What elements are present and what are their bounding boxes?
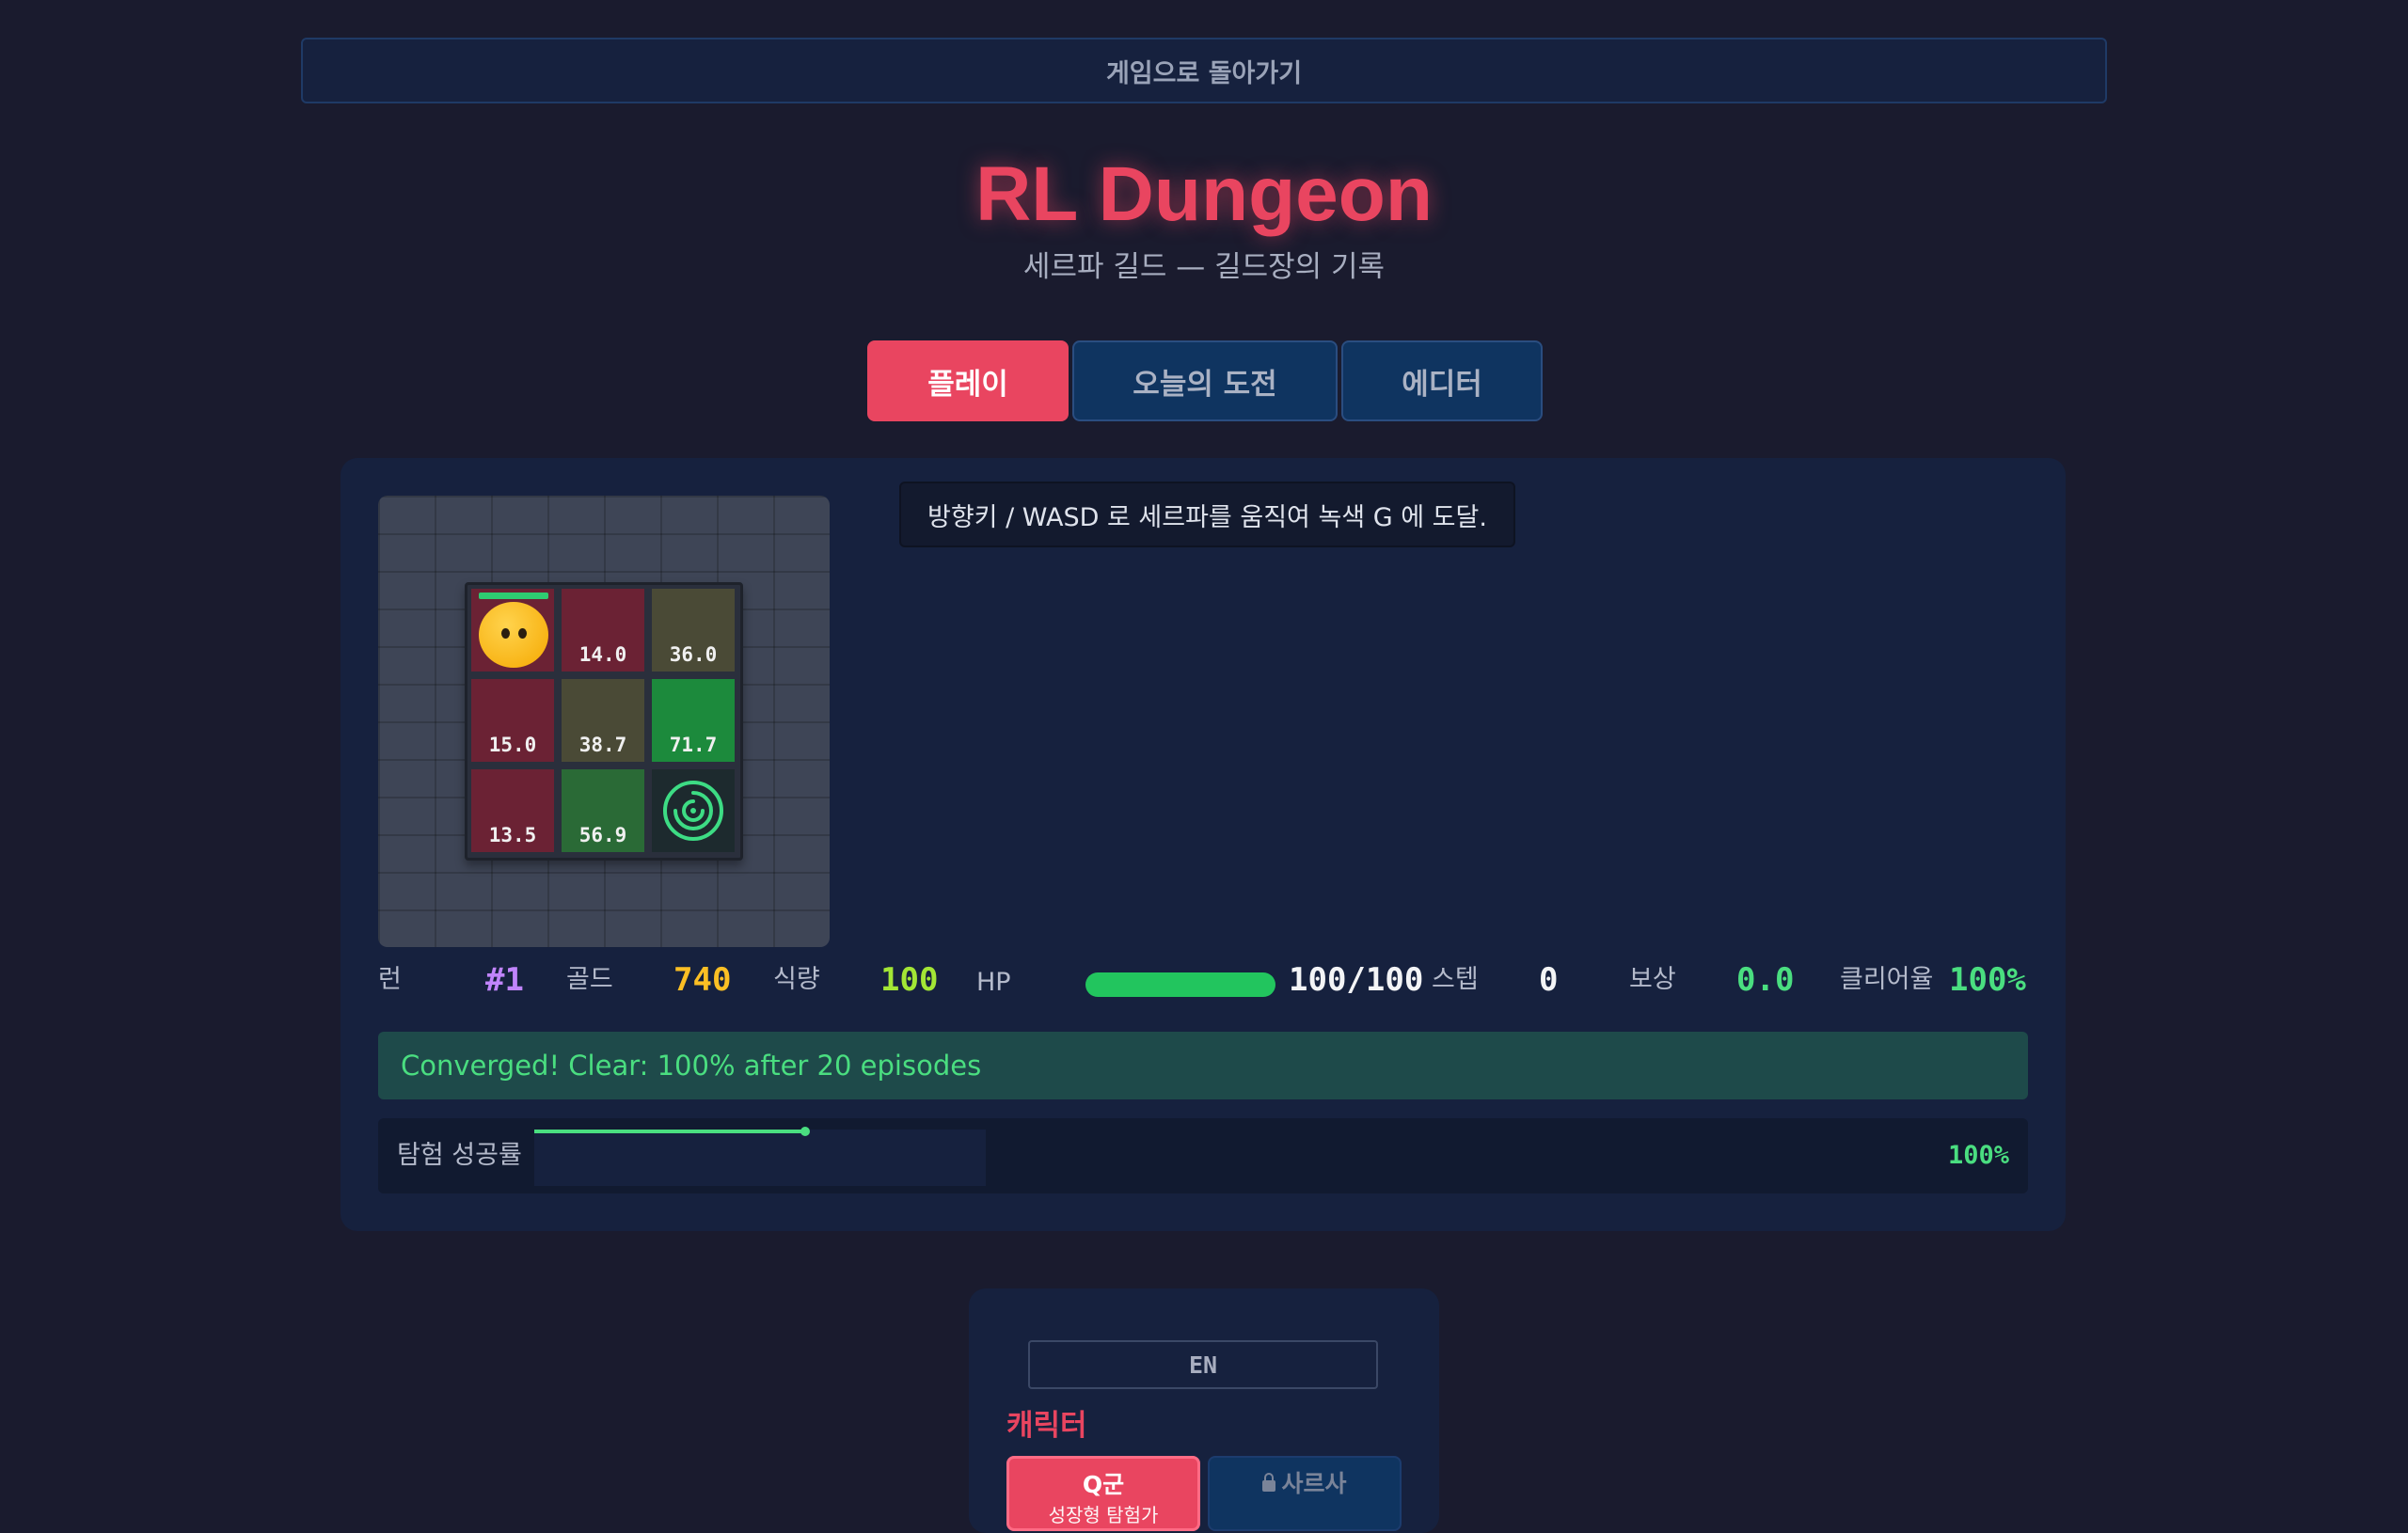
mode-tabs: 플레이 오늘의 도전 에디터 [867,340,1543,421]
stats-bar: 런 #1 골드 740 식량 100 HP 100/100 스텝 0 보상 0.… [378,956,2066,1004]
clear-rate-label: 클리어율 [1840,965,1934,994]
player-hp-bar [479,593,548,599]
controls-hint: 방향키 / WASD 로 세르파를 움직여 녹색 G 에 도달. [899,482,1515,547]
clear-rate-value: 100% [1949,961,2026,999]
character-section-title: 캐릭터 [1006,1409,1087,1443]
success-rate-sparkline [534,1127,986,1186]
run-label: 런 [378,965,402,994]
dungeon-grid: 14.0 36.0 15.0 38.7 71.7 13.5 56.9 [465,582,743,861]
back-to-game-button[interactable]: 게임으로 돌아가기 [301,38,2107,103]
convergence-banner: Converged! Clear: 100% after 20 episodes [378,1032,2028,1099]
reward-value: 0.0 [1736,961,1795,999]
grid-cell: 14.0 [562,589,644,672]
grid-cell: 13.5 [471,769,554,852]
game-panel: 14.0 36.0 15.0 38.7 71.7 13.5 56.9 방향키 /… [341,458,2066,1231]
language-toggle-button[interactable]: EN [1028,1340,1378,1389]
tab-play[interactable]: 플레이 [867,340,1069,421]
character-name: Q군 [1082,1471,1125,1498]
step-label: 스텝 [1432,965,1479,994]
food-label: 식량 [773,965,820,994]
tab-daily-challenge[interactable]: 오늘의 도전 [1072,340,1338,421]
success-rate-point [800,1127,810,1136]
page-subtitle: 세르파 길드 — 길드장의 기록 [1022,250,1386,284]
character-name: 사르사 [1281,1470,1347,1497]
success-rate-label: 탐험 성공률 [397,1141,522,1170]
dungeon-board[interactable]: 14.0 36.0 15.0 38.7 71.7 13.5 56.9 [378,496,830,947]
character-subtitle: 성장형 탐험가 [1048,1504,1159,1526]
gold-label: 골드 [566,965,613,994]
tab-editor[interactable]: 에디터 [1341,340,1543,421]
lock-icon [1262,1473,1276,1492]
grid-cell: 36.0 [652,589,735,672]
goal-portal-icon [663,781,723,841]
gold-value: 740 [673,961,732,999]
page-title: RL Dungeon [975,151,1433,237]
player-character-icon [479,602,548,668]
grid-cell: 56.9 [562,769,644,852]
run-value: #1 [485,961,524,999]
character-button-q[interactable]: Q군 성장형 탐험가 [1006,1456,1200,1531]
food-value: 100 [880,961,939,999]
grid-cell: 71.7 [652,679,735,762]
grid-cell: 38.7 [562,679,644,762]
hp-value: 100/100 [1289,961,1424,999]
grid-cell: 15.0 [471,679,554,762]
success-rate-line [534,1130,805,1133]
success-rate-value: 100% [1947,1141,2009,1170]
step-value: 0 [1539,961,1559,999]
grid-cell-player [471,589,554,672]
success-rate-row: 탐험 성공률 100% [378,1118,2028,1193]
hp-bar [1085,972,1275,997]
reward-label: 보상 [1629,965,1676,994]
hp-label: HP [976,968,1011,997]
settings-panel: EN 캐릭터 Q군 성장형 탐험가 사르사 [969,1288,1439,1533]
character-button-sarsa[interactable]: 사르사 [1208,1456,1402,1531]
grid-cell-goal [652,769,735,852]
